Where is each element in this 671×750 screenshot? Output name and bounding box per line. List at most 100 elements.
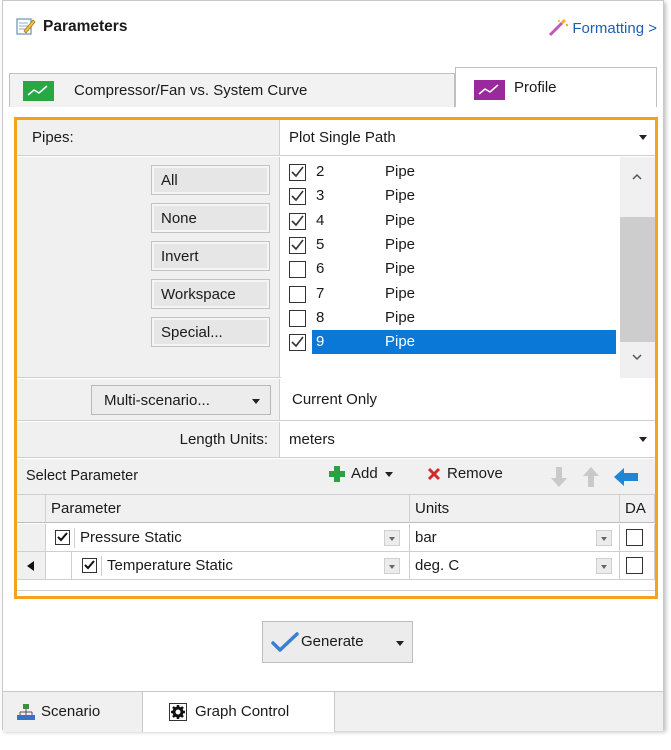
list-item[interactable]: 6 Pipe [281, 257, 616, 281]
add-label: Add [351, 465, 378, 482]
row-selector[interactable] [17, 552, 46, 580]
pipe-checkbox[interactable] [289, 309, 306, 327]
chevron-down-icon [639, 437, 647, 442]
chevron-down-icon[interactable] [596, 558, 612, 574]
generate-button[interactable]: Generate [262, 621, 413, 663]
pipe-type: Pipe [385, 260, 416, 278]
tab-label: Compressor/Fan vs. System Curve [74, 82, 308, 99]
pipe-type: Pipe [385, 284, 416, 302]
formatting-link[interactable]: Formatting > [548, 19, 657, 37]
purple-chart-icon [474, 80, 505, 100]
invert-button[interactable]: Invert [151, 241, 270, 271]
tab-compressor-fan-vs-system-curve[interactable]: Compressor/Fan vs. System Curve [9, 73, 455, 107]
pipe-type: Pipe [385, 163, 416, 180]
chevron-down-icon[interactable] [596, 530, 612, 546]
multi-scenario-value-cell: Current Only [281, 379, 655, 420]
multi-scenario-row: Multi-scenario... Current Only [17, 379, 655, 421]
multi-scenario-label: Multi-scenario... [104, 392, 210, 409]
grid-row-header [17, 495, 46, 523]
tab-label: Graph Control [195, 703, 290, 720]
tab-profile[interactable]: Profile [455, 67, 657, 107]
multi-scenario-button[interactable]: Multi-scenario... [91, 385, 271, 415]
all-button[interactable]: All [151, 165, 270, 195]
scroll-down-icon[interactable] [631, 351, 643, 363]
remove-parameter-button[interactable]: Remove [427, 465, 503, 482]
pipe-type: Pipe [385, 211, 416, 229]
table-row[interactable]: Pressure Static [46, 524, 410, 552]
pipe-checkbox[interactable] [289, 188, 306, 206]
tab-label: Scenario [41, 703, 101, 720]
table-row[interactable]: Temperature Static [46, 552, 410, 580]
tab-scenario[interactable]: Scenario [3, 692, 143, 732]
list-item[interactable]: 7 Pipe [281, 282, 616, 306]
da-cell [620, 552, 655, 580]
pipe-checkbox[interactable] [289, 285, 306, 303]
pipe-checklist[interactable]: 9 Pipe 8 Pipe 7 Pipe 6 Pipe 5 Pipe 4 Pipe 3 Pipe 2 Pipe [281, 157, 655, 378]
vertical-scrollbar[interactable] [620, 157, 655, 378]
move-down-arrow-icon[interactable] [549, 466, 569, 488]
units-cell[interactable]: deg. C [410, 552, 620, 580]
length-units-label-cell: Length Units: [17, 422, 280, 457]
list-item[interactable]: 8 Pipe [281, 306, 616, 330]
pipe-checkbox[interactable] [289, 212, 306, 230]
gear-icon [169, 703, 187, 721]
remove-label: Remove [447, 465, 503, 482]
select-parameter-label: Select Parameter [26, 468, 139, 484]
row-selector[interactable] [17, 524, 46, 552]
column-header-units[interactable]: Units [410, 495, 620, 523]
tab-graph-control[interactable]: Graph Control [143, 692, 335, 732]
move-up-arrow-icon[interactable] [581, 466, 601, 488]
multi-scenario-value: Current Only [292, 391, 378, 408]
multi-scenario-cell: Multi-scenario... [17, 379, 280, 420]
list-item[interactable]: 3 Pipe [281, 184, 616, 208]
pipes-row: Pipes: Plot Single Path [17, 120, 655, 156]
units-value: deg. C [415, 557, 460, 574]
length-units-row: Length Units: meters [17, 422, 655, 458]
current-row-indicator-icon [27, 561, 34, 571]
none-button[interactable]: None [151, 203, 270, 233]
chevron-down-icon[interactable] [384, 558, 400, 574]
green-chart-icon [23, 81, 54, 101]
pipe-checkbox[interactable] [289, 236, 306, 254]
special-button[interactable]: Special... [151, 317, 270, 347]
parameter-checkbox[interactable] [82, 558, 97, 573]
add-parameter-button[interactable]: Add [329, 465, 394, 482]
chevron-down-icon[interactable] [384, 530, 400, 546]
units-cell[interactable]: bar [410, 524, 620, 552]
pipes-mode-select[interactable]: Plot Single Path [281, 120, 655, 155]
pipe-buttons-cell: All None Invert Workspace Special... [17, 157, 280, 377]
selection-highlight [312, 330, 616, 355]
back-arrow-icon[interactable] [613, 466, 639, 488]
chevron-down-icon[interactable] [396, 641, 404, 646]
bottom-tab-bar: Scenario Graph Control [3, 691, 663, 732]
profile-settings-frame: Pipes: Plot Single Path All None Invert … [14, 117, 658, 599]
column-header-da[interactable]: DA [620, 495, 655, 523]
scroll-up-icon[interactable] [631, 171, 643, 183]
list-item[interactable]: 4 Pipe [281, 209, 616, 233]
pipe-checkbox[interactable] [289, 164, 306, 181]
pipe-checkbox[interactable] [289, 261, 306, 279]
workspace-button[interactable]: Workspace [151, 279, 270, 309]
pipe-number: 7 [316, 284, 325, 302]
length-units-select[interactable]: meters [281, 422, 655, 457]
list-item[interactable]: 2 Pipe [281, 160, 616, 184]
parameter-name: Pressure Static [80, 529, 182, 546]
add-dropdown-icon[interactable] [384, 469, 394, 479]
list-item[interactable]: 9 Pipe [281, 330, 616, 355]
column-header-parameter[interactable]: Parameter [46, 495, 410, 523]
panel-title: Parameters [43, 18, 128, 35]
pipe-number: 2 [316, 163, 325, 180]
scrollbar-thumb[interactable] [620, 217, 655, 342]
list-item[interactable]: 5 Pipe [281, 233, 616, 257]
pipe-number: 5 [316, 235, 325, 253]
da-checkbox[interactable] [626, 557, 643, 574]
length-units-value: meters [289, 431, 335, 448]
pipes-label-cell: Pipes: [17, 120, 280, 155]
formatting-wand-icon [549, 19, 569, 37]
da-checkbox[interactable] [626, 529, 643, 546]
chevron-down-icon [639, 135, 647, 140]
parameter-checkbox[interactable] [55, 530, 70, 545]
pipes-mode-value: Plot Single Path [289, 129, 396, 146]
pipe-checkbox[interactable] [289, 334, 306, 352]
pipe-number: 6 [316, 260, 325, 278]
